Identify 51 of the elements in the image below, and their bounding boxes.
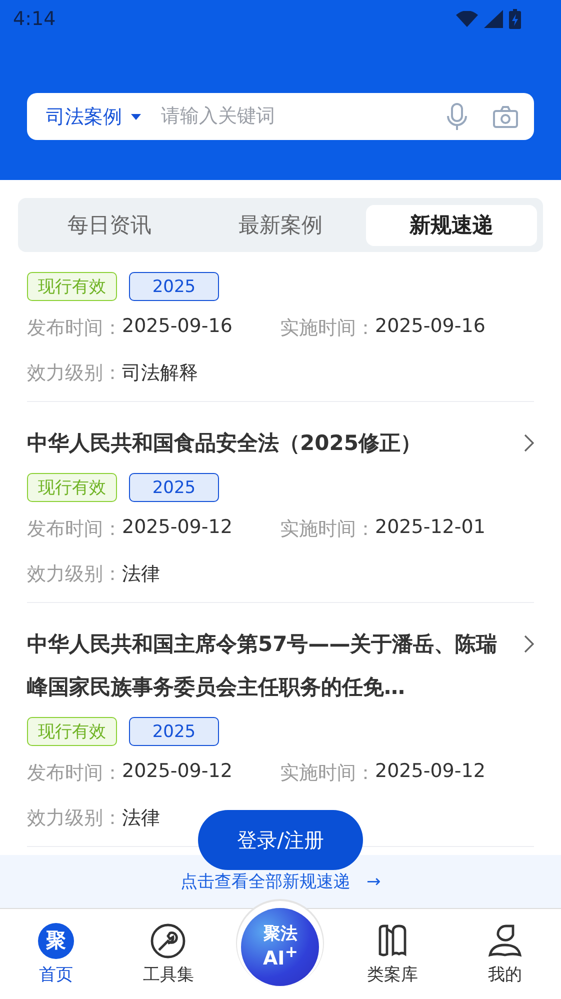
field-label: 实施时间：	[280, 760, 375, 786]
field-label: 效力级别：	[27, 562, 122, 586]
field-label: 发布时间：	[27, 516, 122, 542]
status-tag: 现行有效	[27, 717, 117, 746]
regulation-title[interactable]: 中华人民共和国食品安全法（2025修正）	[27, 422, 501, 465]
nav-item[interactable]: 类案库	[336, 922, 449, 986]
field-label: 效力级别：	[27, 360, 122, 386]
user-icon	[486, 922, 523, 958]
field-value: 2025-09-12	[375, 760, 486, 784]
year-tag: 2025	[129, 717, 219, 746]
field-value: 2025-12-01	[375, 516, 486, 540]
scope-dropdown[interactable]: 司法案例	[46, 104, 122, 130]
regulation-title[interactable]: 中华人民共和国主席令第57号——关于潘岳、陈瑞峰国家民族事务委员会主任职务的任免…	[27, 623, 501, 709]
chevron-right-icon	[524, 635, 534, 653]
view-all-link[interactable]: 点击查看全部新规速递 →	[180, 870, 381, 893]
field-label: 实施时间：	[280, 516, 375, 542]
nav-item[interactable]: 聚 首页	[0, 922, 112, 986]
microphone-icon[interactable]	[447, 102, 467, 130]
status-time: 4:14	[13, 8, 56, 30]
tab[interactable]: 最新案例	[195, 204, 366, 246]
status-tag: 现行有效	[27, 272, 117, 301]
field-value: 2025-09-16	[122, 314, 232, 338]
battery-icon	[509, 9, 521, 29]
year-tag: 2025	[129, 272, 219, 301]
search-input[interactable]: 请输入关键词	[159, 104, 447, 128]
field-value: 2025-09-16	[375, 314, 486, 338]
field-value: 司法解释	[122, 360, 198, 386]
search-bar[interactable]: 司法案例 请输入关键词	[27, 93, 534, 140]
year-tag: 2025	[129, 473, 219, 502]
field-value: 2025-09-12	[122, 516, 232, 540]
nav-item[interactable]: 工具集	[112, 922, 224, 986]
logo-icon: 聚	[38, 922, 74, 958]
status-tag: 现行有效	[27, 473, 117, 502]
tab[interactable]: 新规速递	[366, 204, 537, 246]
camera-icon[interactable]	[493, 106, 518, 128]
wifi-icon	[456, 11, 478, 27]
field-label: 发布时间：	[27, 760, 122, 786]
field-label: 实施时间：	[280, 316, 375, 340]
wrench-icon	[150, 922, 186, 958]
field-label: 效力级别：	[27, 806, 122, 830]
dropdown-caret-icon	[131, 114, 141, 120]
tab[interactable]: 每日资讯	[24, 204, 195, 246]
field-value: 法律	[122, 806, 160, 830]
signal-icon	[484, 10, 503, 28]
login-button[interactable]: 登录/注册	[198, 810, 363, 870]
ai-button[interactable]: 聚法 AI$^{+}$	[241, 908, 320, 986]
field-value: 2025-09-12	[122, 760, 232, 784]
chevron-right-icon	[524, 434, 534, 452]
field-label: 发布时间：	[27, 316, 122, 340]
nav-item[interactable]: 我的	[448, 922, 561, 986]
field-value: 法律	[122, 562, 160, 586]
